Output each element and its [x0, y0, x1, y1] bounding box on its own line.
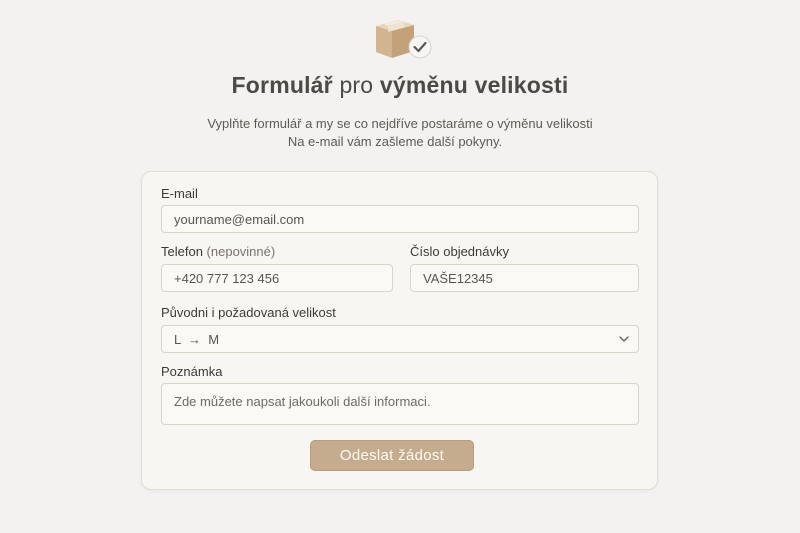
note-placeholder: Zde můžete napsat jakoukoli další inform…	[174, 394, 431, 409]
email-field[interactable]: yourname@email.com	[161, 205, 639, 233]
package-check-icon	[376, 20, 432, 59]
chevron-down-icon	[619, 336, 629, 342]
title-part-1: Formulář	[231, 72, 333, 98]
size-label: Původni i požadovaná velikost	[161, 305, 336, 320]
phone-field[interactable]: +420 777 123 456	[161, 264, 393, 292]
phone-label-text: Telefon	[161, 244, 203, 259]
phone-label-hint: (nepovinné)	[206, 244, 276, 259]
phone-placeholder: +420 777 123 456	[174, 270, 280, 286]
page-title: Formulář pro výměnu velikosti	[0, 72, 800, 99]
order-number-field[interactable]: VAŠE12345	[410, 264, 639, 292]
size-select-value: L → M	[174, 331, 220, 347]
title-part-2: pro	[339, 72, 374, 98]
size-select[interactable]: L → M	[161, 325, 639, 353]
order-number-label: Číslo objednávky	[410, 244, 509, 259]
page: Formulář pro výměnu velikosti Vyplňte fo…	[0, 0, 800, 533]
email-placeholder: yourname@email.com	[174, 211, 305, 227]
subtitle-line-1: Vyplňte formulář a my se co nejdříve pos…	[207, 116, 593, 131]
note-textarea[interactable]: Zde můžete napsat jakoukoli další inform…	[161, 383, 639, 425]
order-number-placeholder: VAŠE12345	[423, 270, 493, 286]
form-card: E-mail yourname@email.com Telefon (nepov…	[141, 171, 658, 490]
page-subtitle: Vyplňte formulář a my se co nejdříve pos…	[0, 115, 800, 151]
note-label: Poznámka	[161, 364, 223, 379]
phone-label: Telefon (nepovinné)	[161, 244, 275, 259]
email-label: E-mail	[161, 186, 198, 201]
subtitle-line-2: Na e-mail vám zašleme další pokyny.	[287, 134, 503, 149]
submit-button[interactable]: Odeslat žádost	[310, 440, 474, 471]
title-part-3: výměnu velikosti	[379, 72, 569, 98]
